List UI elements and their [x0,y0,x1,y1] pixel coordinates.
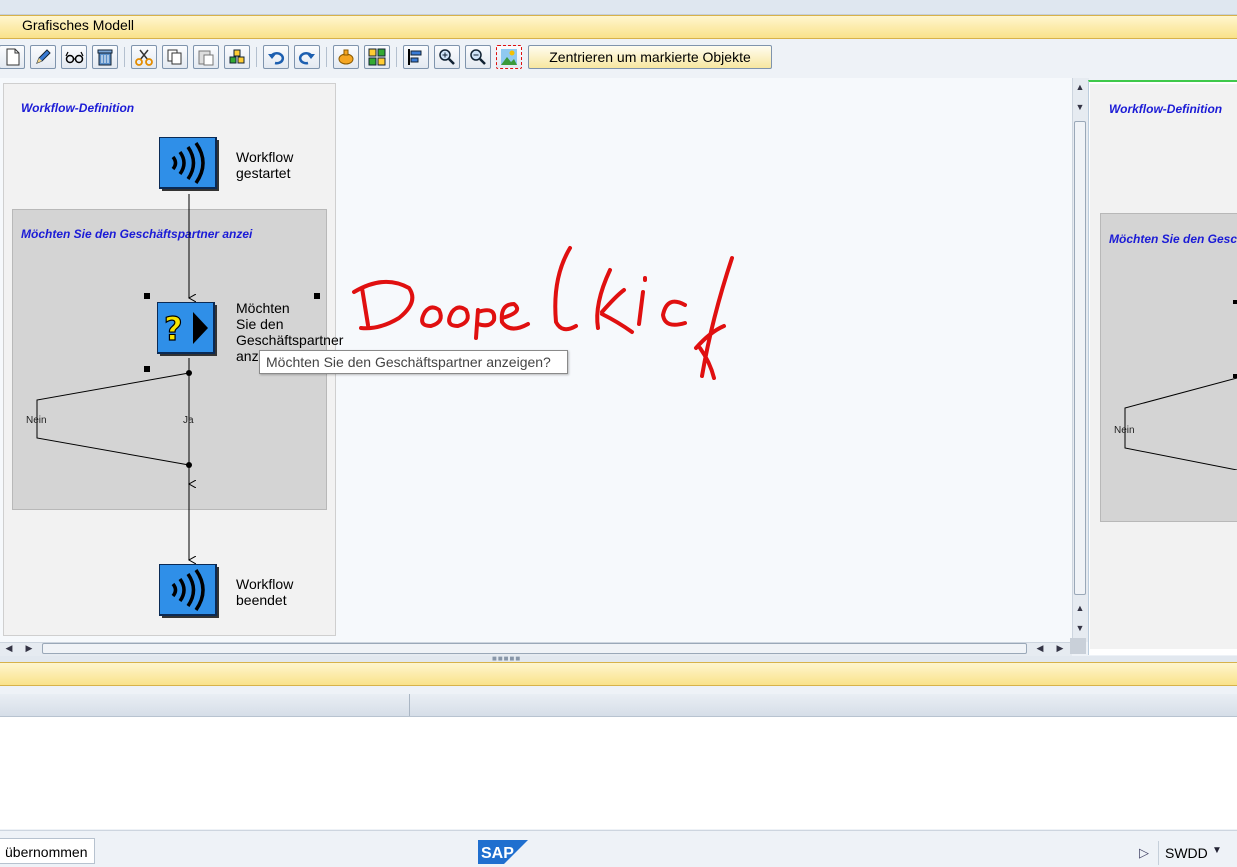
branch-no-label: Nein [26,415,47,426]
selection-handle[interactable] [314,293,320,299]
scroll-down-icon[interactable]: ▼ [1074,623,1086,633]
table-column-divider[interactable] [409,694,410,716]
toolbar-separator [396,47,397,67]
system-transaction-code[interactable]: SWDD [1158,841,1214,865]
workflow-start-icon[interactable] [158,136,219,191]
structure-icon[interactable] [364,45,390,69]
selection-handle[interactable] [144,293,150,299]
scrollbar-corner [1070,638,1086,654]
sap-logo: SAP [478,840,528,864]
zoom-out-icon[interactable] [465,45,491,69]
scroll-down-icon[interactable]: ▼ [1074,102,1086,112]
horizontal-scroll-thumb[interactable] [42,643,1027,654]
chevron-down-icon[interactable]: ▼ [1212,845,1222,856]
scroll-right-icon[interactable]: ▶ [23,643,35,654]
overview-branch-no-label: Nein [1114,425,1135,436]
svg-text:?: ? [164,310,183,348]
scroll-left-icon[interactable]: ◀ [1034,643,1046,654]
scroll-left-icon[interactable]: ◀ [3,643,15,654]
workflow-end-icon[interactable] [158,563,219,618]
scroll-right-icon[interactable]: ▶ [1054,643,1066,654]
align-icon[interactable] [403,45,429,69]
scroll-up-icon[interactable]: ▲ [1074,82,1086,92]
status-bar [0,830,1237,867]
status-message[interactable]: übernommen [0,838,95,864]
system-info-arrow-icon[interactable]: ▷ [1139,845,1149,861]
vertical-scroll-thumb[interactable] [1074,121,1086,595]
scroll-up-icon[interactable]: ▲ [1074,603,1086,613]
zoom-in-icon[interactable] [434,45,460,69]
bottom-panel-title-bar [0,662,1237,686]
selection-handle[interactable] [144,366,150,372]
table-header [0,694,1237,717]
overview-decision-title: Möchten Sie den Gesc [1109,232,1237,246]
handwritten-annotation-doppelklick [352,246,734,380]
branch-yes-label: Ja [183,415,194,426]
end-node-label: Workflow beendet [236,576,294,608]
overview-connectors [1124,300,1237,470]
table-body [0,717,1237,829]
center-selected-objects-button[interactable]: Zentrieren um markierte Objekte [528,45,772,69]
overview-map-icon[interactable] [496,45,522,69]
user-decision-step-icon[interactable]: ? [156,301,217,356]
start-node-label: Workflow gestartet [236,149,294,181]
overview-title: Workflow-Definition [1109,102,1223,116]
svg-text:SAP: SAP [481,845,514,862]
